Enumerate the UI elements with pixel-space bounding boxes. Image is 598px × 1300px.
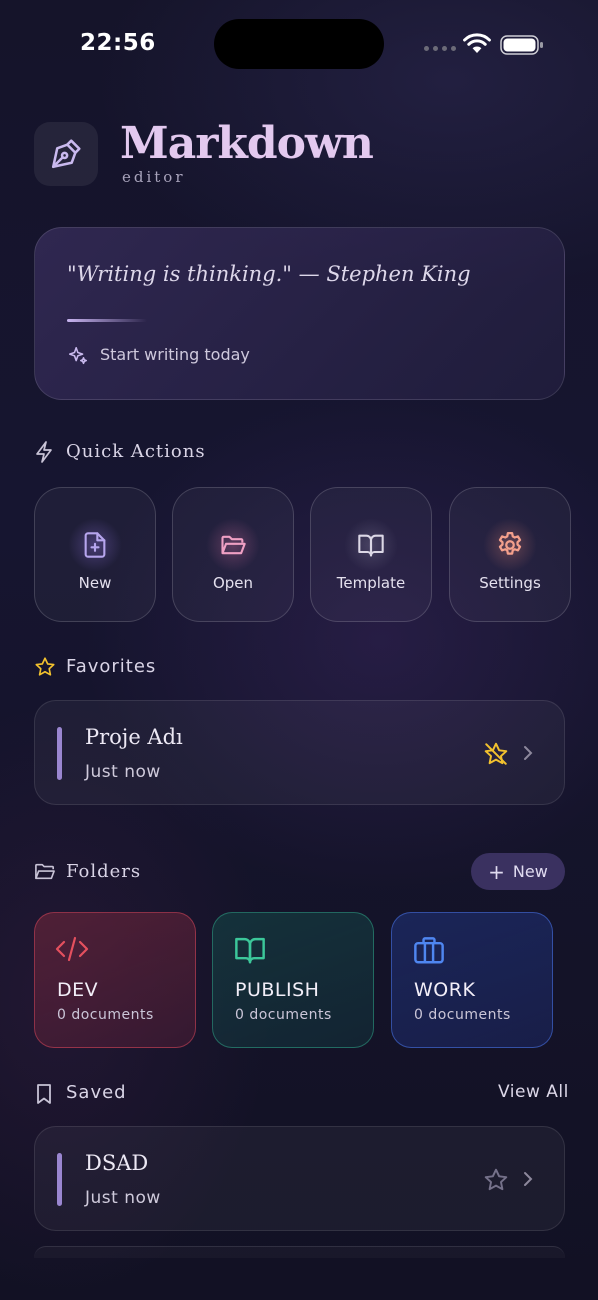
saved-heading: Saved <box>66 1082 127 1103</box>
quick-action-new[interactable]: New <box>34 487 156 622</box>
view-all-link[interactable]: View All <box>498 1082 569 1102</box>
favorites-heading: Favorites <box>66 656 157 677</box>
folder-count: 0 documents <box>235 1007 332 1023</box>
quick-action-label: Settings <box>479 573 541 592</box>
folders-heading: Folders <box>66 861 142 882</box>
quick-action-template[interactable]: Template <box>310 487 432 622</box>
star-icon <box>34 656 56 678</box>
battery-icon <box>500 34 544 56</box>
document-title: DSAD <box>85 1151 149 1175</box>
quick-action-open[interactable]: Open <box>172 487 294 622</box>
quick-actions-heading: Quick Actions <box>66 441 206 462</box>
quick-action-label: New <box>78 573 112 592</box>
cellular-signal-icon <box>424 46 456 51</box>
quick-action-settings[interactable]: Settings <box>449 487 571 622</box>
folder-name: WORK <box>414 979 476 1001</box>
file-plus-icon <box>84 531 106 558</box>
quick-action-label: Open <box>212 573 254 592</box>
gear-icon <box>498 531 522 555</box>
folder-icon <box>34 862 56 882</box>
chevron-right-icon <box>521 743 535 763</box>
wifi-icon <box>462 33 492 55</box>
app-logo <box>34 122 98 186</box>
document-time: Just now <box>85 1188 161 1208</box>
start-writing-link[interactable]: Start writing today <box>100 345 250 364</box>
quote-card[interactable] <box>34 227 565 400</box>
app-subtitle: editor <box>122 168 186 186</box>
folder-count: 0 documents <box>57 1007 154 1023</box>
book-open-icon <box>358 534 384 557</box>
dynamic-island <box>214 19 384 69</box>
folder-count: 0 documents <box>414 1007 511 1023</box>
favorite-document-row[interactable]: Proje Adı Just now <box>34 700 565 805</box>
star-icon[interactable] <box>483 1167 509 1193</box>
folder-name: PUBLISH <box>235 979 320 1001</box>
folder-open-icon <box>221 535 246 554</box>
quote-divider <box>67 319 147 322</box>
status-time: 22:56 <box>80 30 156 56</box>
new-folder-label: New <box>512 862 548 881</box>
document-time: Just now <box>85 762 161 782</box>
app-title: Markdown <box>120 118 374 169</box>
document-accent-bar <box>57 1153 62 1206</box>
next-document-row-peek <box>34 1246 565 1258</box>
folder-card-dev[interactable]: DEV 0 documents <box>34 912 196 1048</box>
briefcase-icon <box>412 935 446 965</box>
sparkles-icon <box>67 345 89 367</box>
document-title: Proje Adı <box>85 725 183 749</box>
document-accent-bar <box>57 727 62 780</box>
lightning-icon <box>34 440 54 464</box>
pen-nib-icon <box>51 139 81 169</box>
code-icon <box>55 935 89 963</box>
folder-name: DEV <box>57 979 99 1001</box>
book-open-icon <box>233 935 267 965</box>
star-off-icon[interactable] <box>483 741 509 767</box>
plus-icon: + <box>488 859 505 884</box>
folder-card-work[interactable]: WORK 0 documents <box>391 912 553 1048</box>
quick-action-label: Template <box>336 573 406 592</box>
bookmark-icon <box>34 1083 54 1105</box>
chevron-right-icon <box>521 1169 535 1189</box>
new-folder-button[interactable]: + New <box>471 853 565 890</box>
folder-card-publish[interactable]: PUBLISH 0 documents <box>212 912 374 1048</box>
quote-text: "Writing is thinking." — Stephen King <box>67 262 471 286</box>
saved-document-row[interactable]: DSAD Just now <box>34 1126 565 1231</box>
